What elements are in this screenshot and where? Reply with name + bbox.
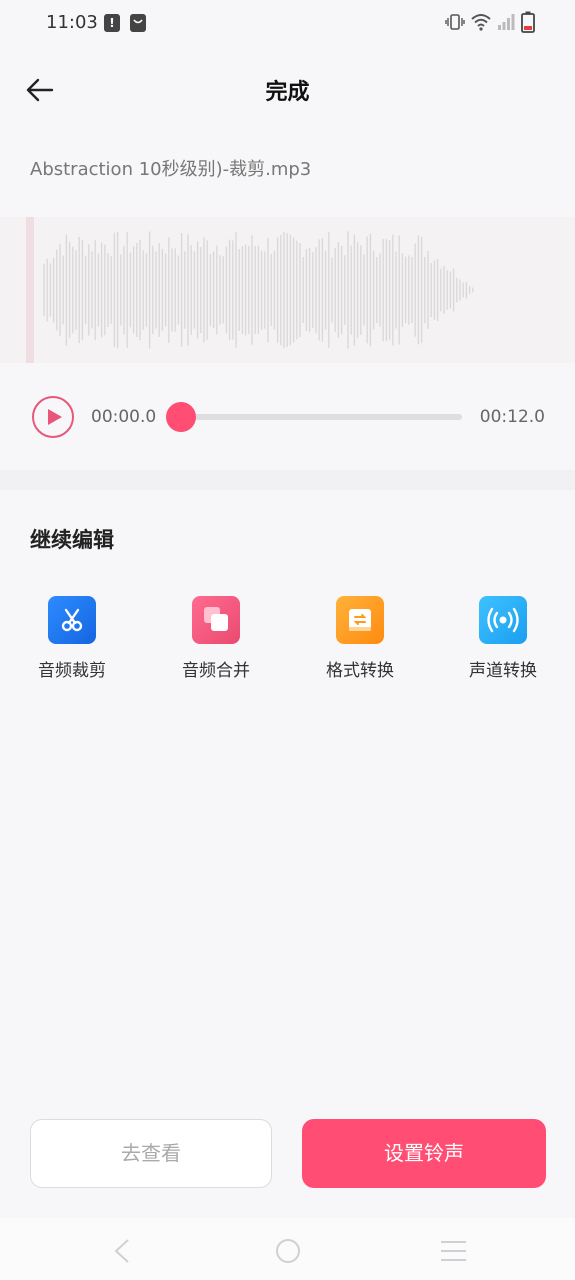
nav-back-icon[interactable] [110, 1238, 134, 1264]
status-time: 11:03 [46, 12, 98, 33]
section-divider [0, 470, 575, 490]
audio-player: 00:00.0 00:12.0 [0, 380, 575, 452]
file-name: Abstraction 10秒级别)-裁剪.mp3 [30, 159, 312, 180]
battery-icon [521, 11, 535, 37]
tool-label: 声道转换 [469, 661, 537, 681]
page-title: 完成 [265, 80, 310, 105]
view-button[interactable]: 去查看 [30, 1119, 272, 1188]
vibrate-icon [445, 12, 465, 36]
header: 完成 [0, 58, 575, 120]
tool-audio-merge[interactable]: 音频合并 [156, 596, 276, 681]
play-button[interactable] [32, 396, 74, 438]
play-icon [48, 409, 62, 425]
status-bar: 11:03 ! [0, 0, 575, 48]
tool-label: 格式转换 [326, 661, 394, 681]
convert-icon [336, 596, 384, 644]
progress-track[interactable] [172, 414, 462, 420]
tool-audio-cut[interactable]: 音频裁剪 [12, 596, 132, 681]
system-nav-bar [0, 1218, 575, 1280]
progress-thumb[interactable] [166, 402, 196, 432]
nav-home-icon[interactable] [275, 1238, 301, 1264]
broadcast-icon [479, 596, 527, 644]
status-icons [445, 11, 535, 37]
alert-icon: ! [104, 14, 120, 32]
tool-format-convert[interactable]: 格式转换 [300, 596, 420, 681]
wifi-icon [471, 13, 491, 35]
tool-label: 音频合并 [182, 661, 250, 681]
edit-tools: 音频裁剪 音频合并 格式转换 声道转换 [0, 596, 575, 686]
set-ringtone-button[interactable]: 设置铃声 [302, 1119, 546, 1188]
scissors-icon [48, 596, 96, 644]
section-title: 继续编辑 [30, 528, 114, 552]
signal-icon [497, 13, 515, 35]
audio-waveform[interactable] [0, 217, 575, 363]
current-time: 00:00.0 [91, 407, 157, 427]
duration-time: 00:12.0 [479, 407, 545, 427]
tool-channel-convert[interactable]: 声道转换 [443, 596, 563, 681]
shopping-bag-icon [130, 14, 146, 32]
tool-label: 音频裁剪 [38, 661, 106, 681]
waveform-bars [43, 231, 474, 349]
nav-menu-icon[interactable] [440, 1240, 467, 1262]
merge-icon [192, 596, 240, 644]
